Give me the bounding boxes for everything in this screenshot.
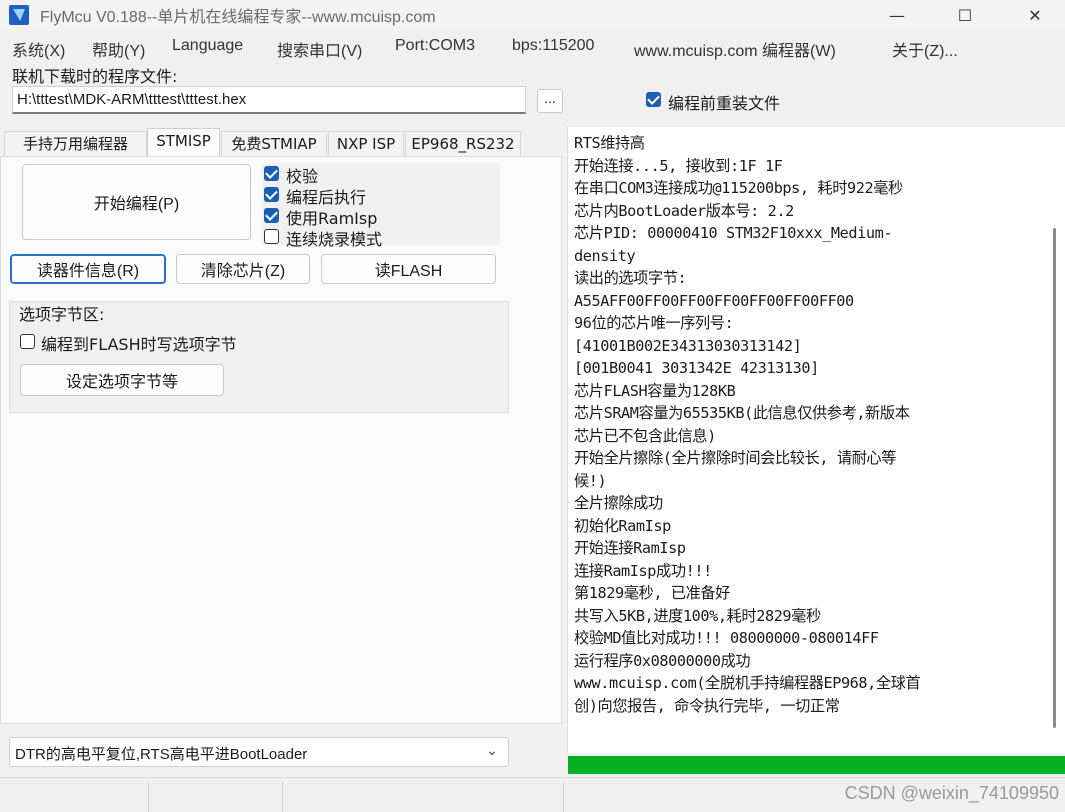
log-line: 开始连接RamIsp (574, 539, 686, 557)
log-line: www.mcuisp.com(全脱机手持编程器EP968,全球首 (574, 674, 921, 692)
close-button[interactable]: ✕ (1012, 0, 1058, 30)
window-title: FlyMcu V0.188--单片机在线编程专家--www.mcuisp.com (40, 9, 436, 26)
log-scrollbar-thumb[interactable] (1053, 228, 1056, 728)
log-line: 芯片FLASH容量为128KB (574, 381, 736, 400)
progress-bar (568, 756, 1065, 774)
log-line: 芯片PID: 00000410 STM32F10xxx_Medium- (574, 224, 893, 242)
log-line: 校验MD值比对成功!!! 08000000-080014FF (574, 629, 879, 647)
chevron-down-icon: ⌄ (486, 743, 498, 759)
continuous-burn-checkbox[interactable] (264, 229, 279, 244)
menu-help[interactable]: 帮助(Y) (92, 37, 145, 61)
file-label: 联机下载时的程序文件: (12, 67, 178, 86)
erase-chip-button[interactable]: 清除芯片(Z) (176, 254, 310, 284)
status-divider (282, 782, 283, 812)
log-line: 开始全片擦除(全片擦除时间会比较长, 请耐心等 (574, 449, 896, 467)
reload-file-label: 编程前重装文件 (668, 94, 781, 113)
menu-bar: 系统(X) 帮助(Y) Language 搜索串口(V) Port:COM3 b… (0, 34, 1065, 60)
log-line: A55AFF00FF00FF00FF00FF00FF00FF00 (574, 291, 854, 310)
log-line: 连接RamIsp成功!!! (574, 561, 712, 580)
run-after-program-checkbox[interactable] (264, 187, 279, 202)
log-line: [41001B002E34313030313142] (574, 336, 802, 355)
tab-stmisp[interactable]: STMISP (147, 128, 220, 157)
use-ramisp-checkbox[interactable] (264, 208, 279, 223)
log-line: 读出的选项字节: (574, 269, 687, 287)
log-line: 运行程序0x08000000成功 (574, 651, 751, 670)
log-line: 芯片SRAM容量为65535KB(此信息仅供参考,新版本 (574, 404, 910, 422)
verify-checkbox[interactable] (264, 166, 279, 181)
browse-button[interactable]: ... (537, 89, 563, 113)
watermark: CSDN @weixin_74109950 (844, 783, 1059, 803)
menu-port[interactable]: Port:COM3 (395, 37, 475, 55)
menu-system[interactable]: 系统(X) (12, 37, 65, 61)
boot-mode-select[interactable]: DTR的高电平复位,RTS高电平进BootLoader ⌄ (9, 737, 509, 767)
progress-fill (568, 756, 1065, 774)
set-option-bytes-button[interactable]: 设定选项字节等 (20, 364, 224, 396)
start-programming-button[interactable]: 开始编程(P) (22, 164, 251, 240)
log-line: 全片擦除成功 (574, 494, 663, 512)
status-divider (148, 782, 149, 812)
option-byte-group-title: 选项字节区: (19, 305, 105, 324)
tab-nxp-isp[interactable]: NXP ISP (328, 131, 404, 156)
minimize-button[interactable]: — (874, 0, 920, 30)
log-line: 在串口COM3连接成功@115200bps, 耗时922毫秒 (574, 179, 903, 197)
log-lines: RTS维持高开始连接...5, 接收到:1F 1F 在串口COM3连接成功@115… (574, 132, 921, 717)
log-line: [001B0041 3031342E 42313130] (574, 359, 819, 377)
log-line: 芯片已不包含此信息) (574, 426, 716, 445)
status-divider (563, 782, 564, 812)
boot-mode-value: DTR的高电平复位,RTS高电平进BootLoader (15, 746, 308, 763)
maximize-button[interactable]: ☐ (942, 0, 988, 30)
log-line: 候!) (574, 471, 607, 490)
log-line: 创)向您报告, 命令执行完毕, 一切正常 (574, 696, 840, 715)
read-flash-button[interactable]: 读FLASH (321, 254, 496, 284)
log-line: 芯片内BootLoader版本号: 2.2 (574, 201, 794, 220)
flymcu-app-icon (9, 5, 29, 25)
log-line: density (574, 246, 636, 265)
log-line: RTS维持高 (574, 134, 645, 152)
log-line: 第1829毫秒, 已准备好 (574, 584, 730, 602)
log-line: 开始连接...5, 接收到:1F 1F (574, 156, 783, 175)
write-option-bytes-checkbox[interactable] (20, 334, 35, 349)
menu-about[interactable]: 关于(Z)... (892, 37, 958, 61)
tab-handheld-programmer[interactable]: 手持万用编程器 (4, 131, 147, 156)
reload-file-checkbox[interactable] (646, 92, 661, 107)
log-line: 96位的芯片唯一序列号: (574, 314, 734, 332)
menu-language[interactable]: Language (172, 37, 243, 55)
menu-search-port[interactable]: 搜索串口(V) (277, 37, 362, 61)
file-path-input[interactable]: H:\tttest\MDK-ARM\tttest\tttest.hex (12, 86, 526, 114)
menu-bps[interactable]: bps:115200 (512, 37, 594, 55)
tab-ep968-rs232[interactable]: EP968_RS232 (405, 131, 521, 156)
menu-programmer[interactable]: www.mcuisp.com 编程器(W) (634, 37, 836, 61)
log-line: 初始化RamIsp (574, 516, 671, 535)
log-output[interactable]: RTS维持高开始连接...5, 接收到:1F 1F 在串口COM3连接成功@115… (567, 127, 1065, 753)
continuous-burn-label: 连续烧录模式 (286, 230, 383, 249)
log-line: 共写入5KB,进度100%,耗时2829毫秒 (574, 606, 821, 625)
title-bar: FlyMcu V0.188--单片机在线编程专家--www.mcuisp.com… (0, 0, 1065, 30)
read-device-info-button[interactable]: 读器件信息(R) (10, 254, 166, 284)
tab-free-stmiap[interactable]: 免费STMIAP (221, 131, 327, 156)
write-option-bytes-label: 编程到FLASH时写选项字节 (41, 335, 237, 354)
